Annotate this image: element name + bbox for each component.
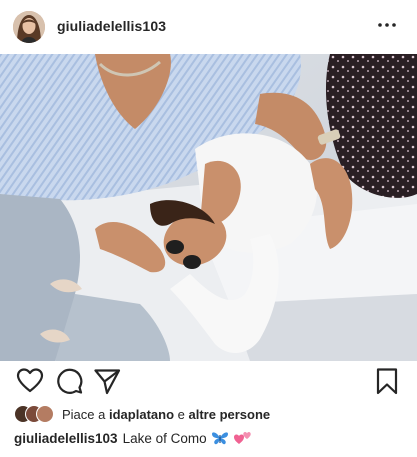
likes-row: Piace a idaplatano e altre persone (14, 404, 270, 424)
two-hearts-emoji-icon (233, 432, 251, 444)
likes-summary: Piace a idaplatano e altre persone (62, 407, 270, 422)
avatar[interactable] (13, 11, 45, 43)
post-header: giuliadelellis103 (0, 0, 417, 54)
comment-icon (57, 368, 83, 394)
likes-connector: e (177, 406, 185, 422)
likes-others-link[interactable]: altre persone (189, 407, 271, 422)
likes-prefix: Piace a (62, 406, 106, 422)
comment-button[interactable] (54, 366, 84, 396)
save-button[interactable] (372, 366, 402, 396)
more-horizontal-icon (378, 23, 396, 27)
liker-username[interactable]: idaplatano (109, 407, 174, 422)
liker-avatar (36, 405, 54, 423)
caption-username[interactable]: giuliadelellis103 (14, 431, 118, 446)
share-button[interactable] (92, 366, 122, 396)
avatar-image (13, 11, 45, 43)
photo-illustration (0, 54, 417, 361)
post-photo[interactable] (0, 54, 417, 361)
butterfly-emoji-icon (211, 432, 228, 445)
bookmark-icon (376, 368, 398, 395)
like-button[interactable] (15, 366, 45, 396)
post-caption: giuliadelellis103 Lake of Como (14, 430, 253, 446)
liker-avatars[interactable] (14, 405, 58, 423)
heart-icon (16, 368, 44, 393)
post-username[interactable]: giuliadelellis103 (57, 18, 166, 34)
send-icon (94, 369, 121, 395)
caption-text: Lake of Como (122, 430, 207, 446)
action-bar (0, 366, 417, 398)
more-options-button[interactable] (375, 15, 399, 35)
